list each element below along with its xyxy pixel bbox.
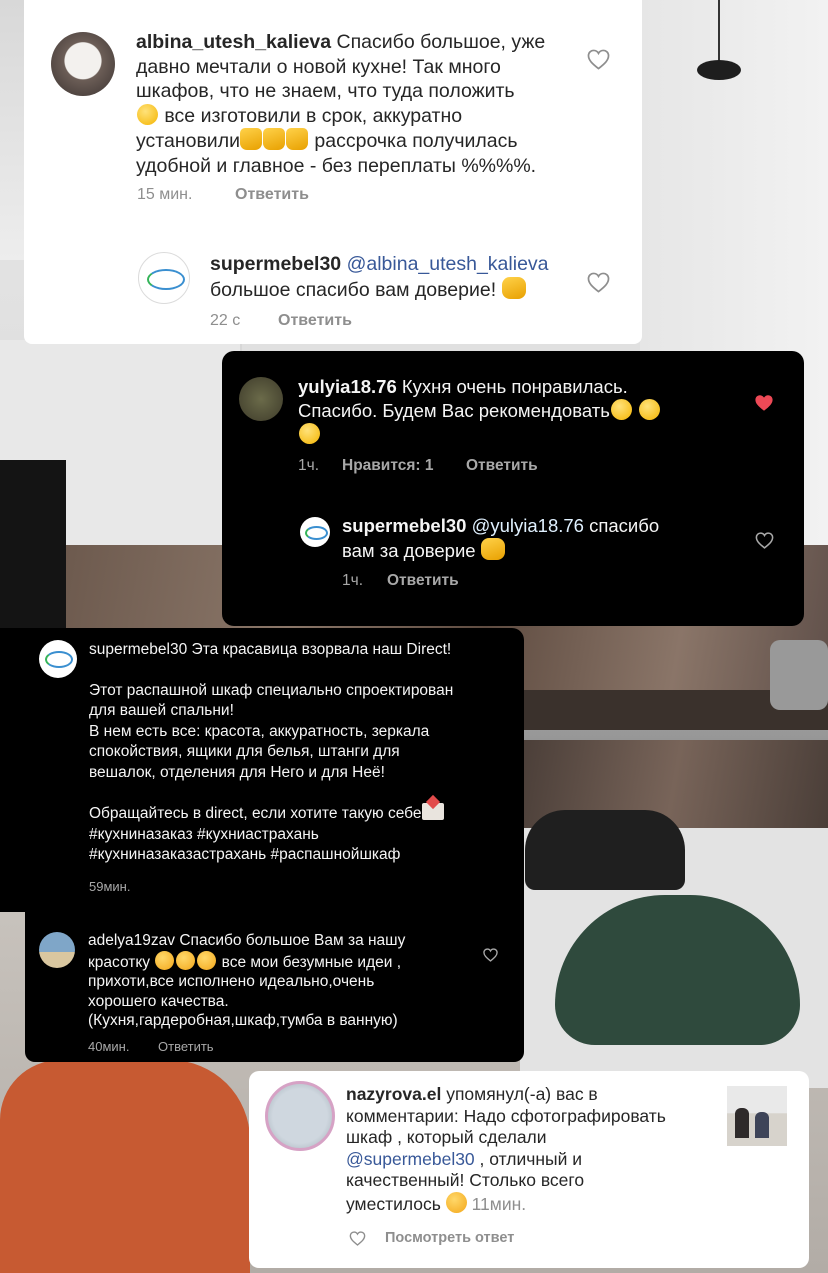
heart-icon[interactable]	[349, 1231, 366, 1246]
heart-icon[interactable]	[587, 272, 610, 293]
reply-button[interactable]: Ответить	[387, 572, 459, 590]
kiss-emoji-icon	[197, 950, 217, 970]
comment-time: 1ч.	[298, 457, 320, 474]
grin-emoji-icon	[299, 423, 320, 444]
avatar[interactable]	[138, 252, 190, 304]
likes-count[interactable]: Нравится: 1	[342, 457, 433, 475]
thumbs-up-icon	[262, 128, 285, 150]
grin-emoji-icon	[610, 399, 632, 420]
comment-time: 15 мин.	[137, 186, 193, 203]
comment-username[interactable]: supermebel30	[210, 253, 341, 275]
post-thumbnail[interactable]	[727, 1086, 787, 1146]
reply-text: supermebel30 @albina_utesh_kalieva больш…	[210, 253, 549, 301]
reply-button[interactable]: Ответить	[466, 457, 538, 475]
comment-card-albina: albina_utesh_kalieva Спасибо большое, уж…	[24, 0, 642, 344]
heart-icon[interactable]	[483, 948, 498, 962]
notification-time: 11мин.	[471, 1193, 527, 1214]
grin-emoji-icon	[137, 103, 158, 125]
reply-button[interactable]: Ответить	[278, 312, 352, 330]
reply-text: supermebel30 @yulyia18.76 спасибо вам за…	[342, 515, 660, 561]
kiss-emoji-icon	[155, 950, 175, 970]
grin-emoji-icon	[638, 399, 660, 420]
avatar[interactable]	[300, 517, 330, 547]
reply-button[interactable]: Ответить	[158, 1039, 214, 1054]
post-time: 59мин.	[89, 879, 131, 894]
notification-username[interactable]: nazyrova.el	[346, 1084, 441, 1104]
hashtag-line[interactable]: #кухниназаказ #кухниастрахань	[89, 825, 519, 846]
thumbs-up-icon	[239, 128, 262, 150]
heart-filled-icon[interactable]	[754, 394, 774, 412]
mention-link[interactable]: @albina_utesh_kalieva	[347, 253, 549, 275]
comment-time: 1ч.	[342, 572, 364, 589]
notification-text: nazyrova.el упомянул(-а) вас в комментар…	[346, 1084, 666, 1214]
caption-text: supermebel30 Эта красавица взорвала наш …	[89, 640, 519, 866]
avatar[interactable]	[39, 640, 77, 678]
comment-card-yulyia: yulyia18.76 Кухня очень понравилась. Спа…	[222, 351, 804, 626]
comment-text: adelya19zav Спасибо большое Вам за нашу …	[88, 932, 406, 1029]
avatar[interactable]	[51, 32, 115, 96]
heart-icon[interactable]	[755, 532, 774, 549]
avatar[interactable]	[265, 1081, 335, 1151]
comment-time: 22 с	[210, 312, 241, 329]
avatar[interactable]	[39, 932, 75, 968]
envelope-icon	[421, 803, 444, 820]
post-caption-card: supermebel30 Эта красавица взорвала наш …	[0, 628, 524, 912]
raising-hands-icon	[480, 538, 505, 560]
mention-link[interactable]: @yulyia18.76	[472, 515, 584, 536]
comment-time: 40мин.	[88, 1039, 130, 1054]
comment-username[interactable]: yulyia18.76	[298, 376, 397, 397]
thumbs-up-icon	[285, 128, 308, 150]
post-username[interactable]: supermebel30	[89, 641, 187, 658]
comment-text: albina_utesh_kalieva Спасибо большое, уж…	[136, 31, 546, 177]
comment-username[interactable]: adelya19zav	[88, 932, 175, 949]
comment-card-adelya: adelya19zav Спасибо большое Вам за нашу …	[25, 912, 524, 1062]
view-reply-link[interactable]: Посмотреть ответ	[385, 1230, 514, 1246]
avatar[interactable]	[239, 377, 283, 421]
raising-hands-icon	[501, 276, 526, 299]
mention-notification-card: nazyrova.el упомянул(-а) вас в комментар…	[249, 1071, 809, 1268]
mention-link[interactable]: @supermebel30	[346, 1149, 475, 1169]
comment-username[interactable]: supermebel30	[342, 515, 466, 536]
heart-icon[interactable]	[587, 49, 610, 70]
heart-eyes-emoji-icon	[445, 1191, 467, 1213]
hashtag-line[interactable]: #кухниназаказастрахань #распашнойшкаф	[89, 845, 519, 866]
reply-button[interactable]: Ответить	[235, 186, 309, 204]
comment-text: yulyia18.76 Кухня очень понравилась. Спа…	[298, 375, 738, 447]
kiss-emoji-icon	[176, 950, 196, 970]
comment-username[interactable]: albina_utesh_kalieva	[136, 31, 331, 53]
